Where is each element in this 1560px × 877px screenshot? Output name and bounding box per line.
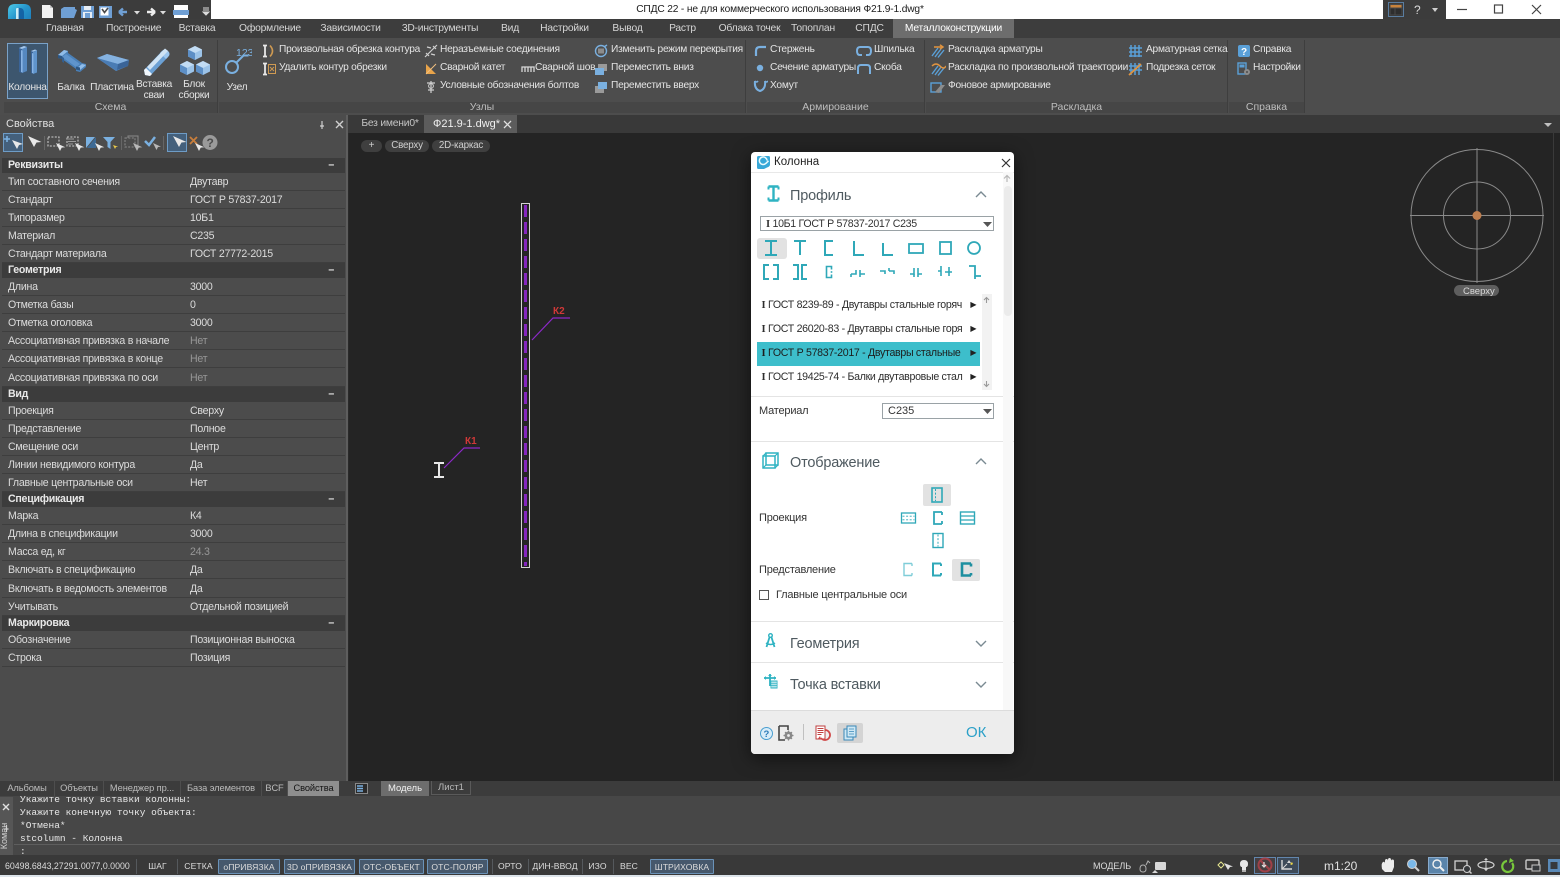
svg-text:?: ? — [1241, 47, 1247, 58]
svg-text:К1: К1 — [465, 436, 477, 447]
svg-text:?: ? — [764, 729, 770, 740]
svg-text:m1:20: m1:20 — [1324, 859, 1358, 873]
svg-text:К2: К2 — [553, 306, 565, 317]
svg-text:123: 123 — [236, 47, 252, 59]
svg-text:?: ? — [1414, 3, 1421, 17]
svg-text:?: ? — [207, 136, 214, 150]
svg-text:Сверху: Сверху — [1463, 286, 1495, 297]
